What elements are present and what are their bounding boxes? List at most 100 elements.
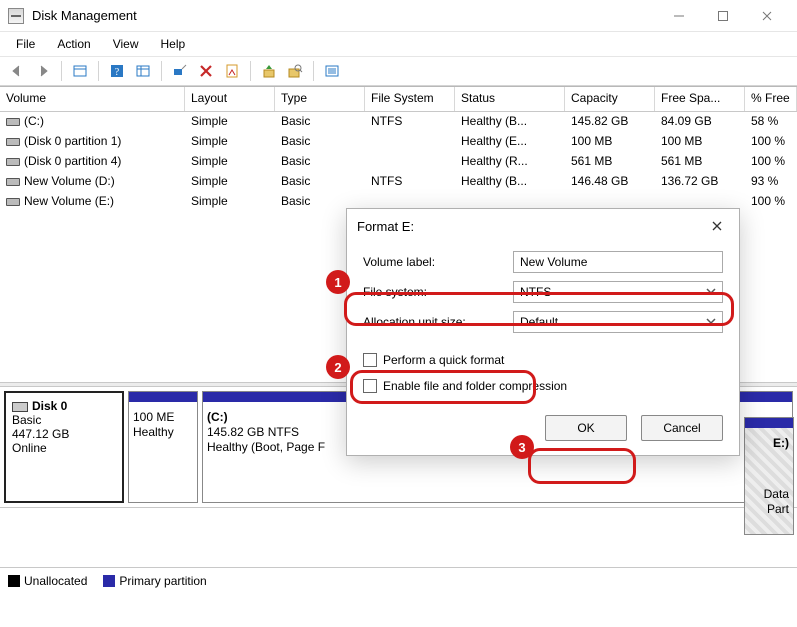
quick-format-label: Perform a quick format [383,353,504,367]
toolbar: ? [0,56,797,86]
dialog-title: Format E: [357,219,414,234]
allocation-size-value: Default [520,315,558,329]
volume-label-input[interactable]: New Volume [513,251,723,273]
list-button[interactable] [321,60,343,82]
cell-volume: New Volume (D:) [24,174,115,188]
cell-capacity: 100 MB [565,132,655,152]
cell-free: 136.72 GB [655,172,745,192]
maximize-button[interactable] [701,1,745,31]
col-free[interactable]: Free Spa... [655,87,745,111]
col-layout[interactable]: Layout [185,87,275,111]
partition-line1: 100 ME [133,410,193,425]
menu-view[interactable]: View [103,34,149,54]
minimize-button[interactable] [657,1,701,31]
cell-fs: NTFS [365,112,455,132]
cell-volume: (Disk 0 partition 1) [24,134,121,148]
volume-icon [6,118,20,126]
cell-pctfree: 100 % [745,132,797,152]
toolbar-divider [98,61,99,81]
help-button[interactable]: ? [106,60,128,82]
volume-icon [6,198,20,206]
table-header[interactable]: Volume Layout Type File System Status Ca… [0,87,797,112]
cell-layout: Simple [185,132,275,152]
forward-button[interactable] [32,60,54,82]
partition-line2: Data Part [749,487,789,517]
partition-title: E:) [773,436,789,450]
legend-unallocated: Unallocated [24,574,87,588]
quick-format-checkbox[interactable] [363,353,377,367]
col-volume[interactable]: Volume [0,87,185,111]
cell-layout: Simple [185,192,275,212]
cell-type: Basic [275,112,365,132]
cell-status: Healthy (E... [455,132,565,152]
search-button[interactable] [284,60,306,82]
table-row[interactable]: New Volume (D:) Simple Basic NTFS Health… [0,172,797,192]
legend-swatch-unallocated [8,575,20,587]
toolbar-divider [250,61,251,81]
menu-action[interactable]: Action [47,34,100,54]
table-row[interactable]: (Disk 0 partition 4) Simple Basic Health… [0,152,797,172]
volume-label-label: Volume label: [363,255,513,269]
settings-button[interactable] [169,60,191,82]
cancel-button[interactable]: Cancel [641,415,723,441]
table-row[interactable]: (Disk 0 partition 1) Simple Basic Health… [0,132,797,152]
cell-volume: New Volume (E:) [24,194,114,208]
partition-box[interactable]: 100 ME Healthy [128,391,198,503]
menu-help[interactable]: Help [151,34,196,54]
legend-primary: Primary partition [119,574,206,588]
dialog-close-button[interactable] [705,214,729,238]
col-type[interactable]: Type [275,87,365,111]
properties-button[interactable] [221,60,243,82]
volume-icon [6,178,20,186]
legend: Unallocated Primary partition [0,567,797,593]
col-fs[interactable]: File System [365,87,455,111]
cell-status: Healthy (B... [455,172,565,192]
menu-file[interactable]: File [6,34,45,54]
show-hide-tree-button[interactable] [69,60,91,82]
volume-icon [6,138,20,146]
close-button[interactable] [745,1,789,31]
cell-capacity: 146.48 GB [565,172,655,192]
cell-fs [365,132,455,152]
partition-title: (C:) [207,410,228,424]
partition-bar [129,392,197,402]
partition-line2: Healthy [133,425,193,440]
cell-capacity: 561 MB [565,152,655,172]
window-title: Disk Management [32,8,137,23]
cell-free: 561 MB [655,152,745,172]
dialog-titlebar: Format E: [347,209,739,243]
cell-capacity: 145.82 GB [565,112,655,132]
cell-free: 84.09 GB [655,112,745,132]
format-dialog: Format E: Volume label: New Volume File … [346,208,740,456]
cell-status: Healthy (R... [455,152,565,172]
compression-checkbox[interactable] [363,379,377,393]
cell-layout: Simple [185,152,275,172]
allocation-size-label: Allocation unit size: [363,315,513,329]
disk-info-box[interactable]: Disk 0 Basic 447.12 GB Online [4,391,124,503]
up-button[interactable] [258,60,280,82]
col-capacity[interactable]: Capacity [565,87,655,111]
partition-bar [745,418,793,428]
ok-button[interactable]: OK [545,415,627,441]
disk-type: Basic [12,413,116,427]
toolbar-divider [313,61,314,81]
cell-layout: Simple [185,112,275,132]
col-status[interactable]: Status [455,87,565,111]
delete-button[interactable] [195,60,217,82]
allocation-size-select[interactable]: Default [513,311,723,333]
back-button[interactable] [6,60,28,82]
menu-bar: File Action View Help [0,32,797,56]
disk-size: 447.12 GB [12,427,116,441]
toolbar-divider [161,61,162,81]
legend-swatch-primary [103,575,115,587]
refresh-button[interactable] [132,60,154,82]
cell-pctfree: 100 % [745,192,797,212]
table-row[interactable]: (C:) Simple Basic NTFS Healthy (B... 145… [0,112,797,132]
col-pctfree[interactable]: % Free [745,87,797,111]
partition-box[interactable]: E:) Data Part [744,417,794,535]
volume-label-value: New Volume [520,255,587,269]
file-system-select[interactable]: NTFS [513,281,723,303]
volume-icon [6,158,20,166]
chevron-down-icon [706,285,716,299]
cell-layout: Simple [185,172,275,192]
